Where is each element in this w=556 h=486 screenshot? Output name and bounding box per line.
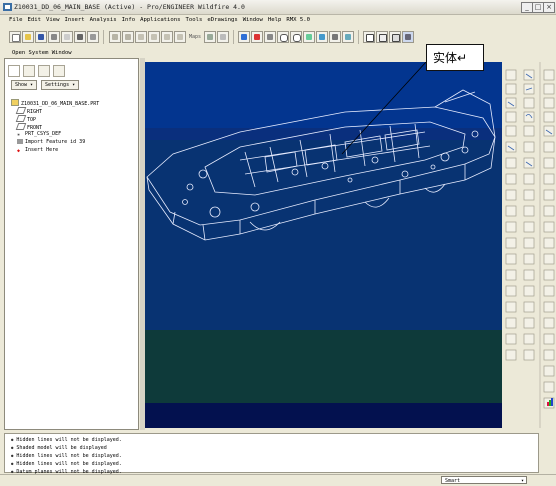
message-line: Hidden lines will not be displayed. — [11, 461, 121, 469]
insert-here-icon: ◆ — [17, 148, 21, 154]
wireframe-icon[interactable] — [363, 31, 375, 43]
settings-dropdown-label: Settings — [45, 82, 70, 88]
csys-icon: ✳ — [17, 132, 21, 138]
menu-edrawings[interactable]: eDrawings — [207, 17, 237, 23]
menu-info[interactable]: Info — [122, 17, 135, 23]
chevron-down-icon: ▾ — [520, 478, 524, 484]
saved-views-icon[interactable] — [329, 31, 341, 43]
menu-rmx[interactable]: RMX 5.0 — [286, 17, 310, 23]
select-dropdown-icon[interactable] — [217, 31, 229, 43]
properties-icon[interactable] — [87, 31, 99, 43]
tree-item-label: Import Feature id 39 — [25, 139, 86, 145]
new-file-icon[interactable] — [9, 31, 21, 43]
datum-plane-icon — [15, 115, 27, 122]
tree-item-label: PRT_CSYS_DEF — [25, 131, 62, 137]
menu-window[interactable]: Window — [243, 17, 263, 23]
paste-icon[interactable] — [161, 31, 173, 43]
folder-browser-tab-icon[interactable] — [23, 65, 35, 77]
title-bar: Z10031_DD_06_MAIN_BASE (Active) - Pro/EN… — [0, 0, 556, 15]
tree-item-label: Insert Here — [25, 147, 59, 153]
redo-icon[interactable] — [122, 31, 134, 43]
message-line: Hidden lines will not be displayed. — [11, 437, 121, 445]
mapkey-icon[interactable] — [74, 31, 86, 43]
tree-item-csys[interactable]: ✳ PRT_CSYS_DEF — [17, 131, 61, 138]
menu-view[interactable]: View — [46, 17, 59, 23]
menu-edit[interactable]: Edit — [27, 17, 40, 23]
model-viewport[interactable] — [145, 62, 502, 428]
status-bar: Smart ▾ — [0, 474, 556, 486]
connections-tab-icon[interactable] — [53, 65, 65, 77]
datum-plane-icon — [15, 123, 27, 130]
tree-item-insert-here[interactable]: ◆ Insert Here — [17, 147, 58, 154]
mapkeys-label: Maps — [189, 34, 202, 40]
message-line: Hidden lines will not be displayed. — [11, 453, 121, 461]
menu-help[interactable]: Help — [268, 17, 281, 23]
selection-filter-value: Smart — [445, 478, 461, 484]
window-title: Z10031_DD_06_MAIN_BASE (Active) - Pro/EN… — [14, 3, 245, 11]
right-toolbar — [504, 62, 556, 428]
import-feature-icon — [17, 139, 23, 144]
menu-insert[interactable]: Insert — [64, 17, 84, 23]
show-dropdown[interactable]: Show ▾ — [11, 80, 38, 90]
menu-analysis[interactable]: Analysis — [90, 17, 117, 23]
close-button[interactable]: × — [543, 2, 555, 13]
menu-bar: File Edit View Insert Analysis Info Appl… — [0, 14, 556, 26]
message-area: Hidden lines will not be displayed. Shad… — [4, 433, 539, 475]
annotation-callout: 实体↵ — [426, 44, 484, 71]
paste-special-icon[interactable] — [174, 31, 186, 43]
cut-icon[interactable] — [135, 31, 147, 43]
hidden-line-icon[interactable] — [376, 31, 388, 43]
reorient-icon[interactable] — [316, 31, 328, 43]
copy-icon[interactable] — [148, 31, 160, 43]
orient-mode-icon[interactable] — [264, 31, 276, 43]
app-icon — [3, 3, 12, 11]
email-icon[interactable] — [61, 31, 73, 43]
no-hidden-icon[interactable] — [389, 31, 401, 43]
tree-item-front[interactable]: FRONT — [15, 123, 42, 131]
open-system-window[interactable]: Open System Window — [12, 50, 72, 56]
favorites-tab-icon[interactable] — [38, 65, 50, 77]
spin-center-icon[interactable] — [251, 31, 263, 43]
repaint-icon[interactable] — [238, 31, 250, 43]
layers-icon[interactable] — [342, 31, 354, 43]
refit-icon[interactable] — [303, 31, 315, 43]
menu-file[interactable]: File — [9, 17, 22, 23]
feature-tool-icons[interactable] — [504, 62, 556, 428]
message-line: Shaded model will be displayed — [11, 445, 106, 453]
model-tree-tab-icon[interactable] — [8, 65, 20, 77]
tree-item-top[interactable]: TOP — [15, 115, 36, 123]
datum-plane-icon — [15, 107, 27, 114]
zoom-out-icon[interactable] — [290, 31, 302, 43]
show-dropdown-label: Show — [15, 82, 28, 88]
model-tree-panel: Show ▾ Settings ▾ Z10031_DD_06_MAIN_BASE… — [4, 58, 139, 430]
selection-filter-dropdown[interactable]: Smart ▾ — [441, 476, 527, 484]
tree-item-import[interactable]: Import Feature id 39 — [17, 139, 85, 146]
undo-icon[interactable] — [109, 31, 121, 43]
tree-item-part[interactable]: Z10031_DD_06_MAIN_BASE.PRT — [11, 99, 99, 107]
zoom-in-icon[interactable] — [277, 31, 289, 43]
save-icon[interactable] — [35, 31, 47, 43]
regenerate-icon[interactable] — [204, 31, 216, 43]
tree-item-right[interactable]: RIGHT — [15, 107, 42, 115]
menu-tools[interactable]: Tools — [186, 17, 203, 23]
print-icon[interactable] — [48, 31, 60, 43]
menu-applications[interactable]: Applications — [140, 17, 180, 23]
graphics-window[interactable] — [145, 62, 502, 428]
open-file-icon[interactable] — [22, 31, 34, 43]
settings-dropdown[interactable]: Settings ▾ — [41, 80, 80, 90]
part-icon — [11, 99, 19, 106]
shading-icon[interactable] — [402, 31, 414, 43]
